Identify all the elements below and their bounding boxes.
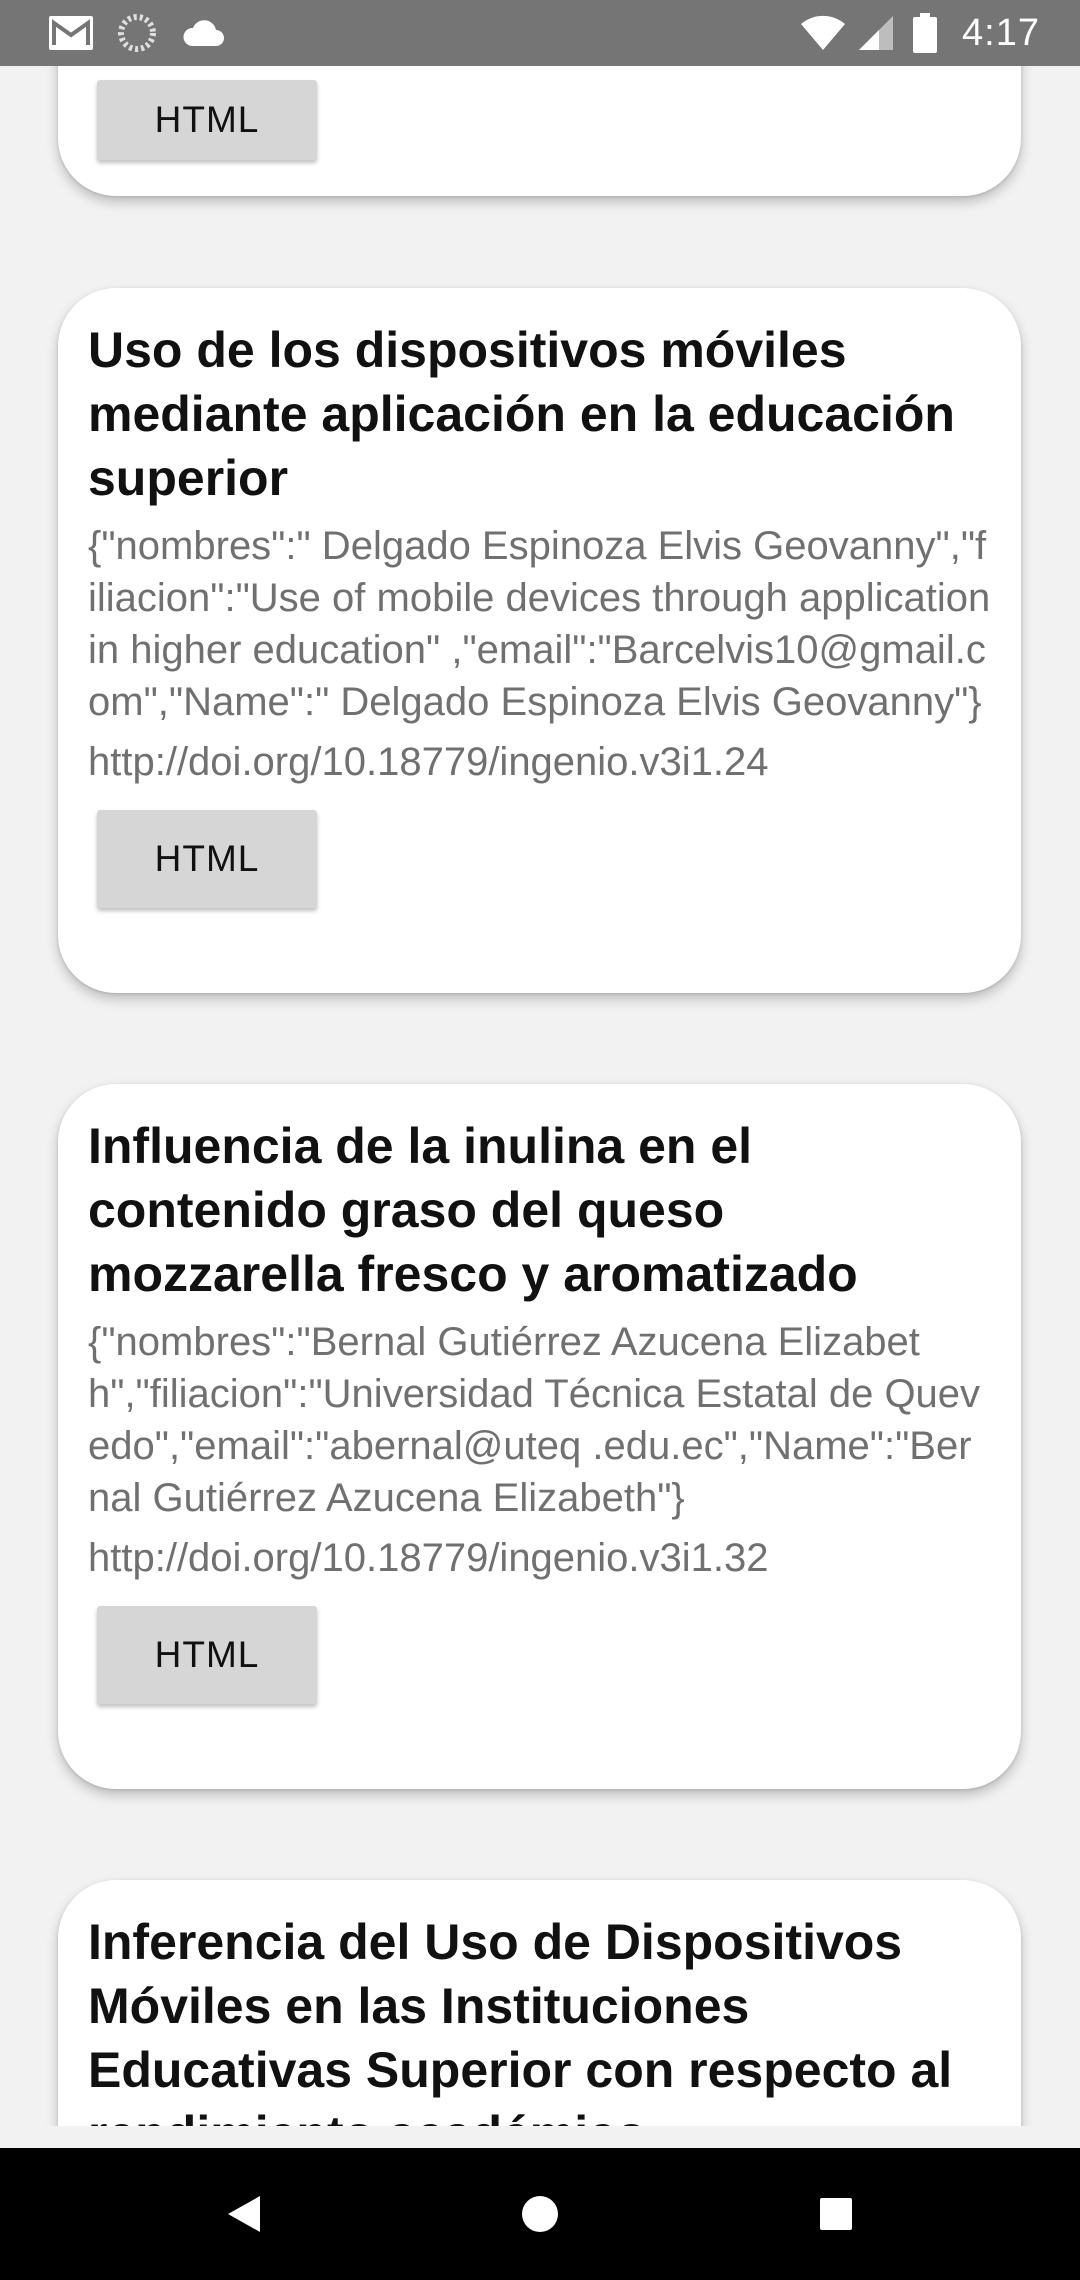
html-button[interactable]: HTML [97,810,317,908]
sync-icon [116,0,158,66]
gmail-icon [46,0,96,66]
html-button[interactable]: HTML [97,80,317,160]
article-card: Influencia de la inulina en el contenido… [58,1084,1021,1789]
article-doi[interactable]: http://doi.org/10.18779/ingenio.v3i1.24 [88,736,991,788]
article-title[interactable]: Uso de los dispositivos móviles mediante… [88,318,991,510]
article-card: Inferencia del Uso de Dispositivos Móvil… [58,1880,1021,2126]
article-card: Uso de los dispositivos móviles mediante… [58,288,1021,993]
html-button[interactable]: HTML [97,1606,317,1704]
signal-icon [856,0,896,66]
home-icon[interactable] [480,2148,600,2280]
battery-icon [910,0,940,66]
article-authors: {"nombres":"Bernal Gutiérrez Azucena Eli… [88,1320,981,1520]
screen: 4:17 HTML Uso de los dispositivos móvile… [0,0,1080,2280]
article-doi[interactable]: http://doi.org/10.18779/ingenio.v3i1.32 [88,1532,991,1584]
article-card: HTML [58,66,1021,196]
status-bar: 4:17 [0,0,1080,66]
cloud-icon [180,0,226,66]
recents-icon[interactable] [776,2148,896,2280]
status-time: 4:17 [962,12,1040,54]
article-authors: {"nombres":" Delgado Espinoza Elvis Geov… [88,524,991,724]
navigation-bar [0,2148,1080,2280]
wifi-icon [798,0,848,66]
back-icon[interactable] [184,2148,304,2280]
article-title[interactable]: Inferencia del Uso de Dispositivos Móvil… [88,1910,991,2126]
article-title[interactable]: Influencia de la inulina en el contenido… [88,1114,991,1306]
article-list[interactable]: HTML Uso de los dispositivos móviles med… [0,66,1080,2126]
